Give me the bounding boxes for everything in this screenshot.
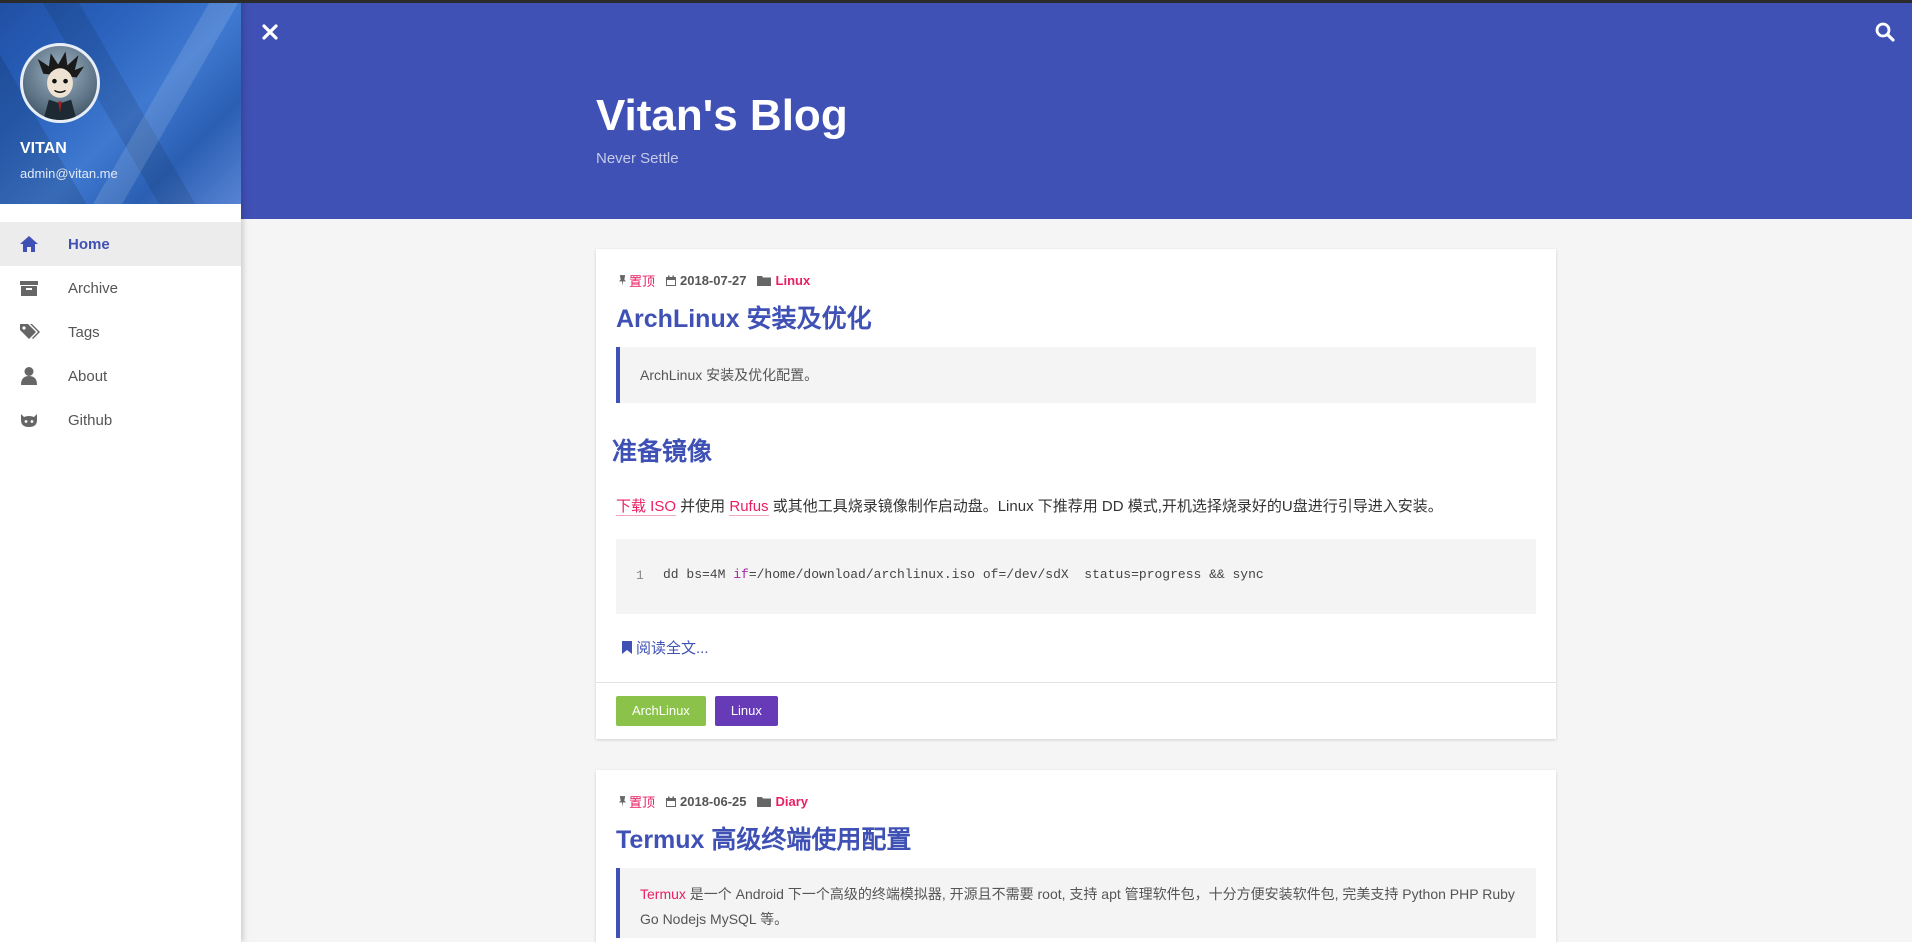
sidebar: VITAN admin@vitan.me Home Archive Tags A… xyxy=(0,0,241,942)
post-category-label: Linux xyxy=(775,273,811,288)
avatar[interactable] xyxy=(20,43,100,123)
post-date: 2018-07-27 xyxy=(665,273,747,288)
post-meta: 置顶 2018-06-25 Diary xyxy=(618,792,808,811)
sidebar-item-label: Github xyxy=(68,411,113,429)
code-text: dd bs=4M xyxy=(663,567,734,582)
post-category-label: Diary xyxy=(775,794,809,809)
sidebar-item-tags[interactable]: Tags xyxy=(0,310,241,354)
post-pin: 置顶 xyxy=(618,792,655,811)
rufus-link[interactable]: Rufus xyxy=(729,498,769,516)
sidebar-item-archive[interactable]: Archive xyxy=(0,266,241,310)
code-line-number: 1 xyxy=(636,568,644,583)
post-summary: Termux 是一个 Android 下一个高级的终端模拟器, 开源且不需要 r… xyxy=(616,868,1536,938)
read-more-link[interactable]: 阅读全文... xyxy=(622,637,709,658)
pin-icon xyxy=(618,275,627,286)
calendar-icon xyxy=(666,796,677,807)
termux-link[interactable]: Termux xyxy=(640,886,686,902)
page-title: Vitan's Blog xyxy=(596,91,848,140)
post-summary: ArchLinux 安装及优化配置。 xyxy=(616,347,1536,403)
summary-text: Go Nodejs MySQL 等。 xyxy=(640,911,789,927)
code-block: 1 dd bs=4M if=/home/download/archlinux.i… xyxy=(616,539,1536,614)
pin-icon xyxy=(618,796,627,807)
sidebar-item-label: About xyxy=(68,367,108,385)
post-date-text: 2018-07-27 xyxy=(680,273,747,288)
user-email: admin@vitan.me xyxy=(20,166,118,181)
archive-icon xyxy=(19,278,39,298)
folder-icon xyxy=(756,276,771,286)
user-icon xyxy=(19,366,39,386)
post-title[interactable]: ArchLinux 安装及优化 xyxy=(616,299,872,335)
post-card: 置顶 2018-06-25 Diary Termux 高级终端使用配置 Term… xyxy=(596,770,1556,942)
sidebar-item-home[interactable]: Home xyxy=(0,222,241,266)
post-date-text: 2018-06-25 xyxy=(680,794,747,809)
code-keyword: if xyxy=(733,567,749,582)
post-card: 置顶 2018-07-27 Linux ArchLinux 安装及优化 Arch… xyxy=(596,249,1556,739)
tags-icon xyxy=(19,322,40,342)
sidebar-item-label: Archive xyxy=(68,279,119,297)
home-icon xyxy=(19,234,39,254)
sidebar-item-label: Home xyxy=(68,235,110,253)
sidebar-item-about[interactable]: About xyxy=(0,354,241,398)
tag-linux[interactable]: Linux xyxy=(714,696,778,726)
download-iso-link[interactable]: 下载 ISO xyxy=(616,498,677,516)
site-header: Vitan's Blog Never Settle xyxy=(241,3,1912,219)
post-paragraph: 下载 ISO 并使用 Rufus 或其他工具烧录镜像制作启动盘。Linux 下推… xyxy=(616,495,1443,516)
card-divider xyxy=(596,682,1556,683)
summary-text: 是一个 Android 下一个高级的终端模拟器, 开源且不需要 root, 支持… xyxy=(685,886,1515,902)
post-pin: 置顶 xyxy=(618,271,655,290)
window-top-border xyxy=(0,0,1912,3)
sidebar-item-github[interactable]: Github xyxy=(0,398,241,442)
read-more-label: 阅读全文... xyxy=(636,640,709,657)
paragraph-text: 并使用 xyxy=(676,498,730,515)
search-icon[interactable] xyxy=(1874,21,1896,43)
post-pin-label: 置顶 xyxy=(629,274,656,289)
post-date: 2018-06-25 xyxy=(665,794,747,809)
post-title[interactable]: Termux 高级终端使用配置 xyxy=(616,820,911,856)
code-line: dd bs=4M if=/home/download/archlinux.iso… xyxy=(663,567,1264,582)
bookmark-icon xyxy=(622,641,632,654)
close-icon[interactable] xyxy=(259,21,281,43)
github-icon xyxy=(19,410,39,430)
paragraph-text: 或其他工具烧录镜像制作启动盘。Linux 下推荐用 DD 模式,开机选择烧录好的… xyxy=(768,498,1443,515)
user-name: VITAN xyxy=(20,140,67,157)
sidebar-header: VITAN admin@vitan.me xyxy=(0,0,241,212)
calendar-icon xyxy=(666,275,677,286)
folder-icon xyxy=(756,797,771,807)
code-text: =/home/download/archlinux.iso of=/dev/sd… xyxy=(748,567,1264,582)
sidebar-item-label: Tags xyxy=(68,323,100,341)
tag-archlinux[interactable]: ArchLinux xyxy=(616,696,706,726)
post-meta: 置顶 2018-07-27 Linux xyxy=(618,271,810,290)
post-pin-label: 置顶 xyxy=(629,795,656,810)
post-category[interactable]: Linux xyxy=(756,273,811,288)
sidebar-nav: Home Archive Tags About Github xyxy=(0,222,241,442)
post-category[interactable]: Diary xyxy=(756,794,809,809)
post-heading: 准备镜像 xyxy=(612,438,713,466)
page-subtitle: Never Settle xyxy=(596,150,679,167)
post-tags: ArchLinux Linux xyxy=(616,696,778,726)
